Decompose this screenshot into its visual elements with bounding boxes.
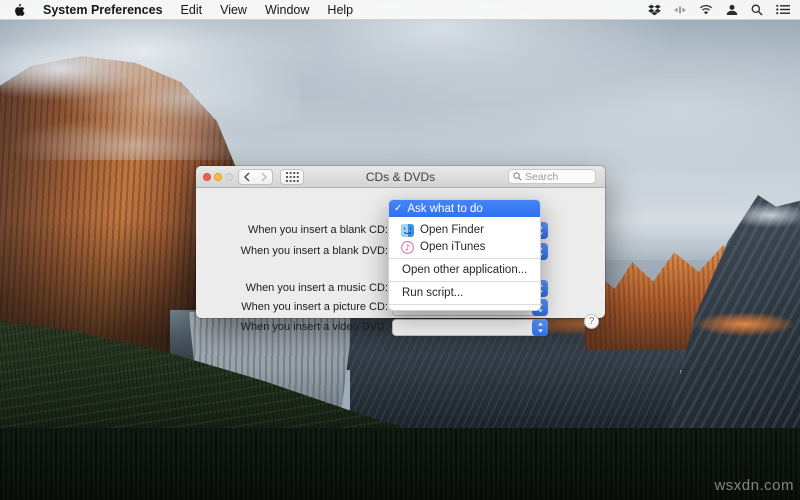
search-input[interactable] [525, 171, 585, 183]
wallpaper-fog [0, 20, 300, 160]
row-label: When you insert a music CD: [196, 280, 388, 297]
menu-bar: System Preferences Edit View Window Help [0, 0, 800, 20]
close-button[interactable] [203, 173, 211, 181]
finder-icon [401, 224, 414, 237]
wallpaper-forest-floor [0, 428, 800, 500]
menu-separator [389, 281, 540, 282]
user-icon[interactable] [726, 4, 738, 16]
popup-arrows-icon [532, 319, 548, 336]
title-bar[interactable]: CDs & DVDs [196, 166, 605, 188]
menu-item-open-itunes[interactable]: ♪ Open iTunes [389, 239, 540, 255]
menu-item-label: Open Finder [420, 224, 484, 236]
minimize-button[interactable] [214, 173, 222, 181]
menu-item-ask-what-to-do[interactable]: ✓ Ask what to do [389, 200, 540, 217]
popup-menu: ✓ Ask what to do Open Finder ♪ Open iTun… [388, 199, 541, 311]
apple-menu[interactable] [13, 3, 25, 17]
video-dvd-popup[interactable] [392, 319, 548, 336]
show-all-grid-icon [286, 172, 299, 182]
row-label: When you insert a picture CD: [196, 299, 388, 316]
row-label: When you insert a blank DVD: [196, 243, 388, 260]
row-label: When you insert a video DVD: [196, 319, 388, 336]
help-button[interactable]: ? [584, 314, 599, 329]
search-icon [513, 172, 522, 181]
menu-item-open-finder[interactable]: Open Finder [389, 222, 540, 238]
dropbox-icon[interactable] [648, 4, 661, 16]
chevron-left-icon [243, 172, 251, 182]
row-video-dvd: When you insert a video DVD: [196, 319, 605, 336]
apple-icon [13, 3, 25, 17]
back-button[interactable] [238, 169, 256, 185]
notification-center-icon[interactable] [776, 4, 790, 15]
menu-item-ignore[interactable]: Ignore [389, 308, 540, 311]
arrows-icon[interactable] [674, 5, 686, 15]
menu-item-label: Ignore [402, 310, 435, 311]
show-all-button[interactable] [280, 169, 304, 185]
menubar-item-window[interactable]: Window [265, 3, 309, 17]
wifi-icon[interactable] [699, 4, 713, 15]
menubar-item-help[interactable]: Help [327, 3, 353, 17]
search-field[interactable] [508, 169, 596, 184]
chevron-right-icon [260, 172, 268, 182]
itunes-icon: ♪ [401, 241, 414, 254]
menu-item-label: Ask what to do [407, 203, 482, 215]
watermark: wsxdn.com [714, 477, 794, 494]
row-label: When you insert a blank CD: [196, 222, 388, 239]
svg-text:♪: ♪ [405, 243, 410, 253]
zoom-button-disabled [225, 173, 233, 181]
menu-item-label: Run script... [402, 287, 463, 299]
menu-separator [389, 258, 540, 259]
menu-item-label: Open iTunes [420, 241, 485, 253]
spotlight-search-icon[interactable] [751, 4, 763, 16]
menu-item-label: Open other application... [402, 264, 527, 276]
menu-separator [389, 304, 540, 305]
menubar-item-edit[interactable]: Edit [181, 3, 203, 17]
forward-button[interactable] [255, 169, 273, 185]
wallpaper-sunset-glow-right [695, 313, 800, 345]
menubar-item-view[interactable]: View [220, 3, 247, 17]
checkmark-icon: ✓ [394, 203, 402, 214]
menu-item-run-script[interactable]: Run script... [389, 285, 540, 301]
menubar-app-name[interactable]: System Preferences [43, 3, 163, 17]
menu-item-open-other-application[interactable]: Open other application... [389, 262, 540, 278]
